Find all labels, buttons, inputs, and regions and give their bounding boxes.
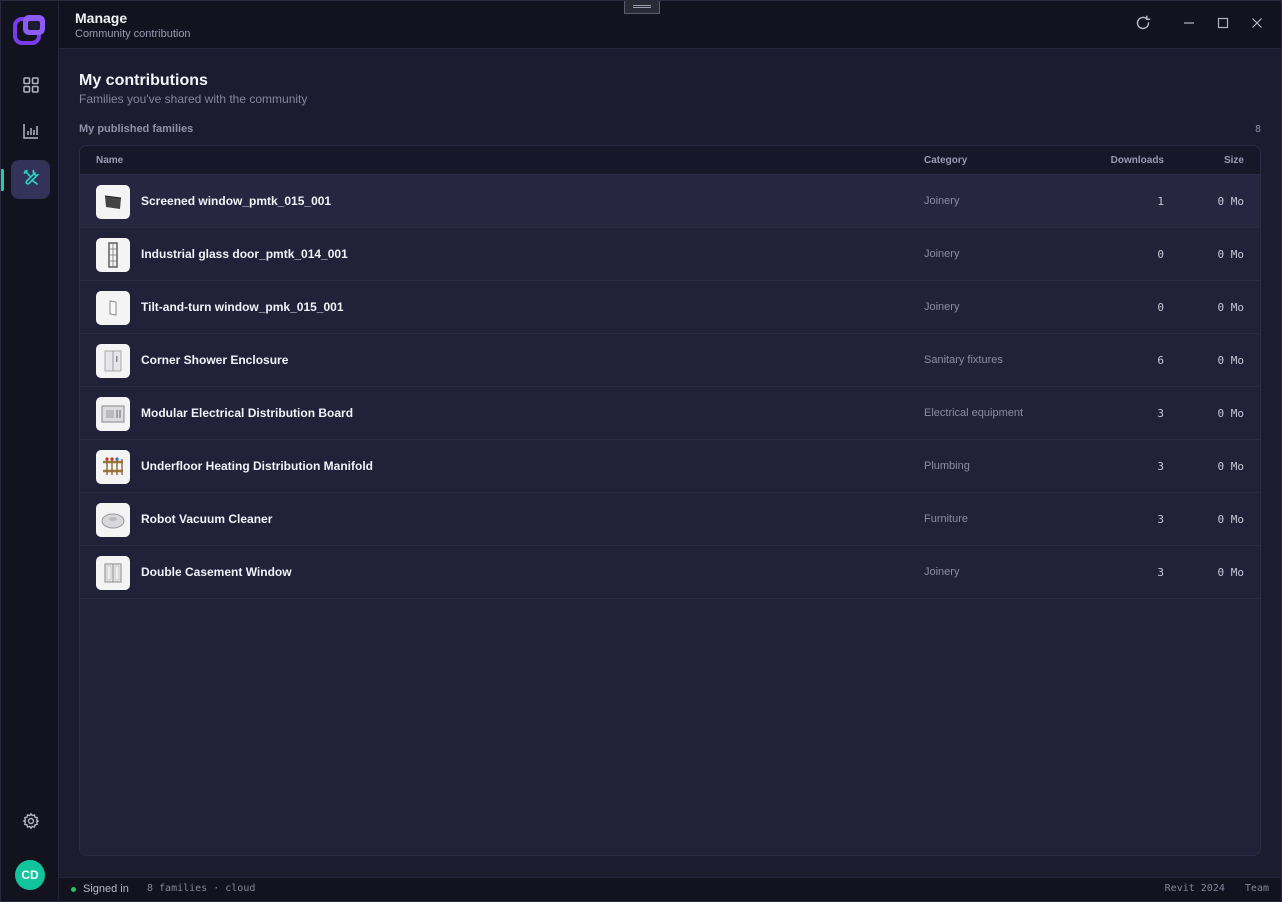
refresh-icon (1135, 15, 1151, 36)
family-downloads: 0 (1157, 248, 1164, 261)
minimize-button[interactable] (1179, 15, 1199, 35)
status-bar: Signed in 8 families · cloud Revit 2024 … (59, 877, 1281, 901)
family-size: 0 Mo (1217, 460, 1245, 473)
manifold-icon (96, 450, 130, 484)
close-icon (1251, 16, 1263, 34)
plan-label: Team (1244, 883, 1269, 894)
column-downloads[interactable]: Downloads (1111, 155, 1164, 166)
family-name: Modular Electrical Distribution Board (141, 406, 354, 420)
family-size: 0 Mo (1217, 301, 1245, 314)
drag-handle[interactable] (624, 1, 660, 14)
family-category: Sanitary fixtures (924, 354, 1003, 366)
settings-button[interactable] (11, 804, 50, 843)
app-window: CD Manage Community contribution My cont… (0, 0, 1282, 902)
family-size: 0 Mo (1217, 248, 1245, 261)
close-button[interactable] (1247, 15, 1267, 35)
family-category: Plumbing (924, 460, 970, 472)
shower-enclosure-icon (96, 344, 130, 378)
avatar[interactable]: CD (15, 860, 45, 890)
page-title: Manage (75, 10, 128, 26)
family-name: Robot Vacuum Cleaner (141, 512, 273, 526)
family-category: Furniture (924, 513, 969, 525)
maximize-icon (1217, 16, 1229, 34)
table-row[interactable]: Double Casement Window Joinery 3 0 Mo (80, 546, 1260, 599)
table-row[interactable]: Modular Electrical Distribution Board El… (80, 387, 1260, 440)
glass-door-icon (96, 238, 130, 272)
title-bar: Manage Community contribution (59, 1, 1281, 49)
family-size: 0 Mo (1217, 195, 1245, 208)
table-row[interactable]: Underfloor Heating Distribution Manifold… (80, 440, 1260, 493)
distribution-board-icon (96, 397, 130, 431)
column-name[interactable]: Name (96, 155, 123, 166)
family-downloads: 3 (1157, 566, 1164, 579)
family-size: 0 Mo (1217, 566, 1245, 579)
family-downloads: 3 (1157, 513, 1164, 526)
family-category: Electrical equipment (924, 407, 1024, 419)
app-logo[interactable] (13, 13, 47, 47)
table-row[interactable]: Tilt-and-turn window_pmk_015_001 Joinery… (80, 281, 1260, 334)
nav-manage[interactable] (11, 160, 50, 199)
family-name: Underfloor Heating Distribution Manifold (141, 459, 373, 473)
section-heading: My contributions (79, 72, 208, 89)
family-downloads: 3 (1157, 460, 1164, 473)
table-row[interactable]: Industrial glass door_pmtk_014_001 Joine… (80, 228, 1260, 281)
family-downloads: 0 (1157, 301, 1164, 314)
family-downloads: 3 (1157, 407, 1164, 420)
family-size: 0 Mo (1217, 513, 1245, 526)
list-label: My published families (79, 123, 194, 135)
table-header: Name Category Downloads Size (80, 146, 1260, 175)
library-info: 8 families · cloud (147, 883, 256, 894)
dashboard-grid-icon (22, 76, 40, 99)
family-category: Joinery (924, 301, 960, 313)
family-name: Industrial glass door_pmtk_014_001 (141, 247, 348, 261)
nav-dashboard[interactable] (11, 68, 50, 107)
active-nav-indicator (1, 169, 4, 191)
family-name: Screened window_pmtk_015_001 (141, 194, 332, 208)
online-status-icon (71, 887, 76, 892)
screened-window-icon (96, 185, 130, 219)
column-category[interactable]: Category (924, 155, 967, 166)
tools-icon (22, 168, 40, 191)
statistics-chart-icon (22, 122, 40, 145)
column-size[interactable]: Size (1224, 155, 1244, 166)
nav-statistics[interactable] (11, 114, 50, 153)
robot-vacuum-icon (96, 503, 130, 537)
family-size: 0 Mo (1217, 407, 1245, 420)
families-table: Name Category Downloads Size Screened wi… (79, 145, 1261, 856)
revit-version: Revit 2024 (1164, 883, 1225, 894)
tilt-window-icon (96, 291, 130, 325)
family-name: Corner Shower Enclosure (141, 353, 289, 367)
page-subtitle: Community contribution (75, 28, 191, 40)
casement-window-icon (96, 556, 130, 590)
family-downloads: 1 (1157, 195, 1164, 208)
family-name: Tilt-and-turn window_pmk_015_001 (141, 300, 344, 314)
status-right: Revit 2024 Team (1151, 883, 1269, 894)
main-content: My contributions Families you've shared … (59, 50, 1281, 876)
gear-icon (22, 812, 40, 835)
list-count: 8 (1254, 124, 1261, 135)
minimize-icon (1183, 16, 1195, 34)
family-category: Joinery (924, 566, 960, 578)
section-description: Families you've shared with the communit… (79, 92, 308, 106)
family-downloads: 6 (1157, 354, 1164, 367)
family-category: Joinery (924, 248, 960, 260)
refresh-button[interactable] (1133, 15, 1153, 35)
table-row[interactable]: Screened window_pmtk_015_001 Joinery 1 0… (80, 175, 1260, 228)
maximize-button[interactable] (1213, 15, 1233, 35)
table-row[interactable]: Robot Vacuum Cleaner Furniture 3 0 Mo (80, 493, 1260, 546)
sidebar: CD (1, 1, 59, 901)
family-size: 0 Mo (1217, 354, 1245, 367)
family-name: Double Casement Window (141, 565, 292, 579)
sign-in-status: Signed in (83, 883, 129, 895)
family-category: Joinery (924, 195, 960, 207)
table-row[interactable]: Corner Shower Enclosure Sanitary fixture… (80, 334, 1260, 387)
